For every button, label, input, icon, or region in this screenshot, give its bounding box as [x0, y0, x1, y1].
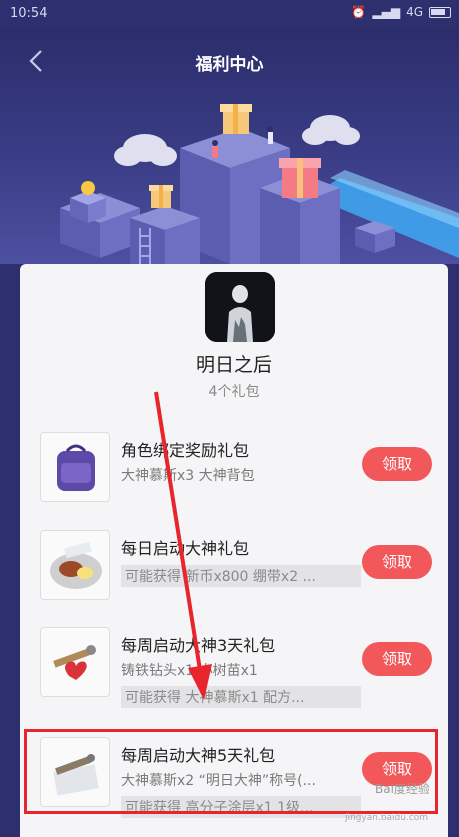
claim-button[interactable]: 领取: [362, 642, 432, 676]
gift-row: 每日启动大神礼包 可能获得 新币x800 绷带x2 ... 领取: [40, 527, 435, 613]
steak-plate-icon: [50, 541, 102, 589]
app-icon[interactable]: [205, 272, 275, 342]
blueprint-tools-icon: [53, 754, 99, 796]
gift-description: 大神慕斯x3 大神背包: [121, 468, 255, 484]
gift-card-panel: 明日之后 4个礼包 角色绑定奖励礼包 大神慕斯x3 大神背包 领取 每日启动大神…: [20, 264, 448, 837]
battery-icon: [429, 6, 451, 18]
gift-title: 每周启动大神5天礼包: [121, 746, 276, 765]
gift-title: 角色绑定奖励礼包: [121, 441, 250, 460]
claim-button[interactable]: 领取: [362, 545, 432, 579]
backpack-icon: [57, 444, 95, 491]
signal-icon: ▂▄▆: [372, 5, 401, 19]
gift-possible-rewards: 可能获得 高分子涂层x1 1级...: [121, 796, 361, 818]
banner-illustration: [60, 104, 459, 264]
game-logo-icon: [205, 272, 275, 342]
app-name: 明日之后: [195, 354, 272, 376]
status-bar: 10:54 ⏰ ▂▄▆ 4G: [0, 0, 459, 28]
gift-title: 每周启动大神3天礼包: [121, 636, 276, 655]
gift-title: 每日启动大神礼包: [121, 539, 250, 558]
gift-count: 4个礼包: [208, 384, 260, 400]
status-icons: ⏰ ▂▄▆ 4G: [351, 5, 451, 19]
gift-thumbnail: [40, 627, 110, 697]
gift-thumbnail: [40, 530, 110, 600]
gift-row: 每周启动大神3天礼包 铸铁钻头x1 小树苗x1 可能获得 大神慕斯x1 配方..…: [40, 624, 435, 710]
alarm-icon: ⏰: [351, 5, 367, 19]
gift-description: 大神慕斯x2 “明日大神”称号(...: [121, 773, 316, 789]
watermark-url: jingyan.baidu.com: [345, 813, 429, 823]
gift-thumbnail: [40, 432, 110, 502]
gift-row: 角色绑定奖励礼包 大神慕斯x3 大神背包 领取: [40, 429, 435, 515]
watermark: Bai度经验 jingyan.baidu.com: [345, 780, 430, 823]
watermark-brand: Bai度经验: [375, 782, 430, 796]
network-label: 4G: [406, 5, 423, 19]
tools-heart-icon: [53, 645, 96, 680]
gift-thumbnail: [40, 737, 110, 807]
gift-possible-rewards: 可能获得 新币x800 绷带x2 ...: [121, 565, 361, 587]
gift-possible-rewards: 可能获得 大神慕斯x1 配方...: [121, 686, 361, 708]
gift-description: 铸铁钻头x1 小树苗x1: [121, 663, 258, 679]
claim-button[interactable]: 领取: [362, 447, 432, 481]
header-banner: 福利中心: [0, 28, 459, 264]
status-time: 10:54: [10, 6, 48, 21]
